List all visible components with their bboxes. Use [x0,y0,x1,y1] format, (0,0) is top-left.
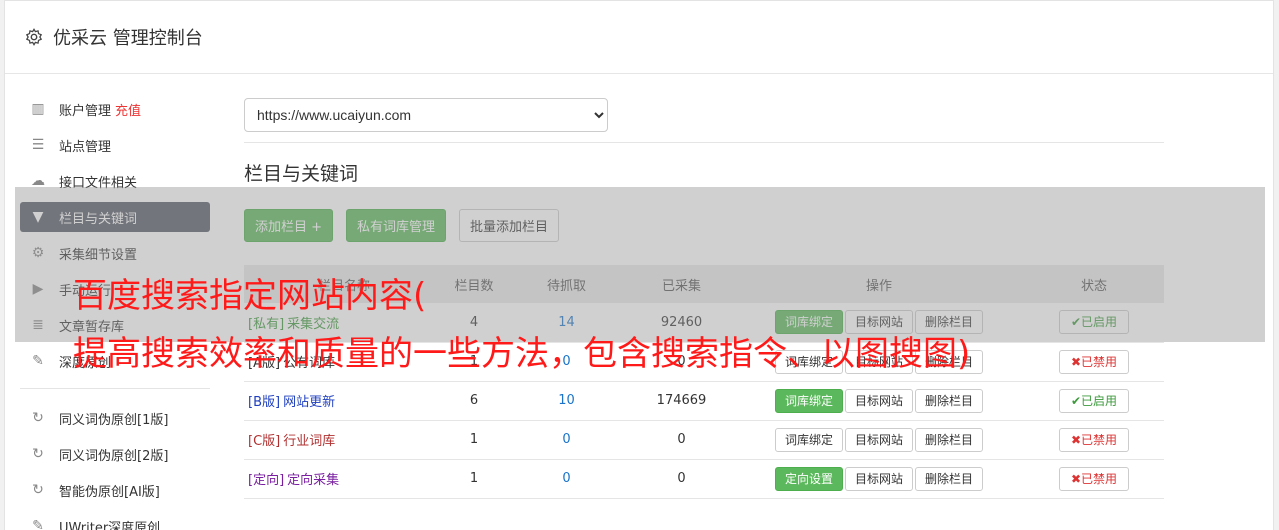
column-count: 1 [444,420,504,460]
column-name-cell[interactable]: [定向] 定向采集 [244,459,444,499]
column-tag: [C版] [248,434,281,449]
operations-cell: 词库绑定 目标网站 删除栏目 [734,420,1024,460]
bind-lib-button[interactable]: 词库绑定 [774,388,843,413]
column-count: 6 [444,381,504,421]
pending-count[interactable]: 0 [504,420,629,460]
sidebar-divider [20,388,210,389]
column-tag: [B版] [248,395,281,410]
edit-icon: ✎ [32,353,44,369]
column-name[interactable]: 定向采集 [287,473,339,488]
refresh-icon: ↻ [32,482,44,498]
delete-column-button[interactable]: 删除栏目 [915,466,984,491]
pending-count[interactable]: 0 [504,459,629,499]
sidebar-item[interactable]: ▥ 账户管理 充值 [20,94,210,124]
refresh-icon: ↻ [32,446,44,462]
table-row: [C版] 行业词库 1 0 0 词库绑定 目标网站 删除栏目 ✖已禁用 [244,420,1164,460]
status-cell: ✔已启用 [1024,381,1164,421]
gear-icon [25,28,43,46]
recharge-link[interactable]: 充值 [115,100,141,119]
server-icon: ☰ [31,137,45,153]
sidebar-item-label: 同义词伪原创[1版] [59,412,169,428]
edit-icon: ✎ [32,518,44,530]
column-name[interactable]: 网站更新 [283,395,335,410]
column-name-cell[interactable]: [B版] 网站更新 [244,381,444,421]
sidebar-item[interactable]: ☰ 站点管理 [20,130,210,160]
status-toggle[interactable]: ✖已禁用 [1058,466,1130,491]
target-site-button[interactable]: 目标网站 [844,427,913,452]
column-tag: [定向] [248,473,285,488]
status-cell: ✖已禁用 [1024,420,1164,460]
status-toggle[interactable]: ✖已禁用 [1058,427,1130,452]
sidebar-item-label: 同义词伪原创[2版] [59,448,169,464]
target-site-button[interactable]: 目标网站 [844,388,913,413]
table-row: [B版] 网站更新 6 10 174669 词库绑定 目标网站 删除栏目 ✔已启用 [244,381,1164,421]
bind-lib-button[interactable]: 定向设置 [774,466,843,491]
site-select[interactable]: https://www.ucaiyun.com [244,98,608,132]
sidebar-item-label: 智能伪原创[AI版] [59,484,160,500]
sidebar-item-label: UWriter深度原创 [59,520,161,530]
bar-chart-icon: ▥ [31,101,45,117]
sidebar-item[interactable]: ↻ 智能伪原创[AI版] [20,475,210,505]
collected-count: 174669 [629,381,734,421]
collected-count: 0 [629,420,734,460]
section-title: 栏目与关键词 [244,163,359,185]
column-count: 1 [444,459,504,499]
column-name-cell[interactable]: [C版] 行业词库 [244,420,444,460]
status-cell: ✖已禁用 [1024,459,1164,499]
sidebar-item[interactable]: ✎ UWriter深度原创 [20,511,210,530]
sidebar-item-label: 账户管理 [59,103,112,119]
collected-count: 0 [629,459,734,499]
divider [244,142,1164,143]
operations-cell: 定向设置 目标网站 删除栏目 [734,459,1024,499]
table-row: [定向] 定向采集 1 0 0 定向设置 目标网站 删除栏目 ✖已禁用 [244,459,1164,499]
panel-header: 优采云 管理控制台 [5,1,1273,74]
target-site-button[interactable]: 目标网站 [844,466,913,491]
column-name[interactable]: 行业词库 [283,434,335,449]
overlay-line-1: 百度搜索指定网站内容( [73,276,427,316]
bind-lib-button[interactable]: 词库绑定 [774,427,843,452]
refresh-icon: ↻ [32,410,44,426]
sidebar-item[interactable]: ↻ 同义词伪原创[2版] [20,439,210,469]
sidebar-item[interactable]: ↻ 同义词伪原创[1版] [20,403,210,433]
pending-count[interactable]: 10 [504,381,629,421]
status-cell: ✖已禁用 [1024,342,1164,382]
status-toggle[interactable]: ✔已启用 [1058,388,1130,413]
status-toggle[interactable]: ✖已禁用 [1058,349,1130,374]
page-title: 优采云 管理控制台 [53,28,203,49]
delete-column-button[interactable]: 删除栏目 [915,388,984,413]
delete-column-button[interactable]: 删除栏目 [915,427,984,452]
operations-cell: 词库绑定 目标网站 删除栏目 [734,381,1024,421]
ad-overlay-banner [15,187,1265,342]
overlay-line-2: 提高搜索效率和质量的一些方法，包含搜索指令、以图搜图) [73,334,971,374]
sidebar-item-label: 站点管理 [59,139,112,155]
